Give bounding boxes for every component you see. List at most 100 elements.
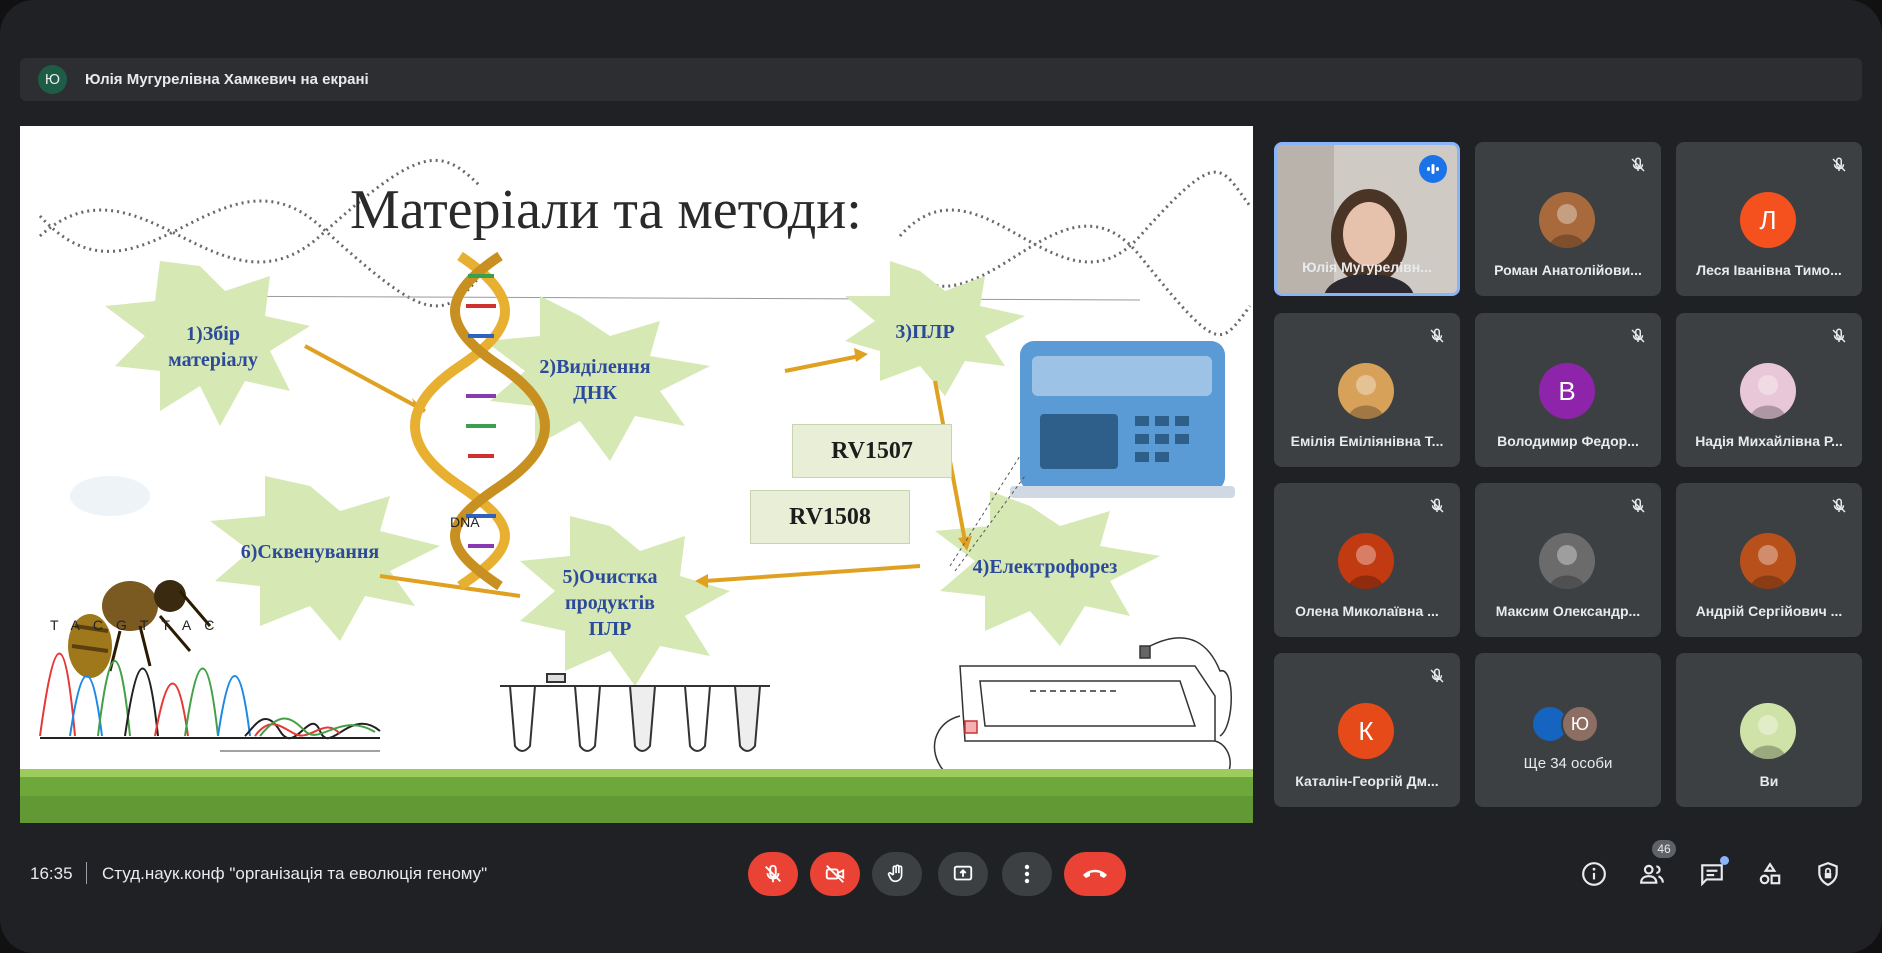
mic-off-icon — [1430, 498, 1444, 513]
participant-name: Олена Миколаївна ... — [1295, 603, 1439, 619]
chat-icon — [1701, 864, 1723, 887]
mic-off-icon — [1631, 498, 1645, 513]
mic-off-icon — [1430, 328, 1444, 343]
mic-off-icon — [1430, 668, 1444, 683]
raise-hand-button[interactable] — [872, 852, 922, 896]
primer-box-2: RV1508 — [750, 490, 910, 544]
participant-name: Надія Михайлівна Р... — [1695, 433, 1843, 449]
slide-title: Матеріали та методи: — [350, 179, 862, 241]
avatar: Л — [1740, 192, 1796, 248]
dna-label: DNA — [450, 514, 480, 530]
camera-toggle-button[interactable] — [810, 852, 860, 896]
participant-tile[interactable]: Надія Михайлівна Р... — [1676, 313, 1862, 467]
mic-toggle-button[interactable] — [748, 852, 798, 896]
chat-notification-dot — [1720, 856, 1729, 865]
participant-name: Юлія Мугурелівн... — [1302, 259, 1432, 275]
present-screen-button[interactable] — [938, 852, 988, 896]
end-call-icon — [1083, 869, 1107, 878]
raise-hand-icon — [887, 864, 903, 883]
more-options-icon — [1024, 864, 1030, 884]
avatar-photo — [1549, 545, 1585, 589]
participant-tile[interactable]: Ю Ще 34 особи — [1475, 653, 1661, 807]
speaking-indicator — [1419, 155, 1447, 183]
avatar: Ю — [1561, 705, 1599, 743]
info-icon — [1582, 862, 1606, 886]
more-avatars: Ю — [1531, 705, 1599, 743]
participant-tile[interactable]: Олена Миколаївна ... — [1274, 483, 1460, 637]
present-screen-icon — [953, 865, 973, 881]
step-collect: 1)Збір матеріалу — [168, 323, 258, 371]
participant-name: Максим Олександр... — [1495, 603, 1641, 619]
participant-tile[interactable]: Роман Анатолійови... — [1475, 142, 1661, 296]
step-sequencing: 6)Сквенування — [240, 541, 380, 563]
participant-name: Володимир Федор... — [1497, 433, 1639, 449]
avatar — [1338, 533, 1394, 589]
participant-name: Каталін-Георгій Дм... — [1295, 773, 1439, 789]
mic-off-icon — [765, 864, 781, 883]
mic-off-icon — [1832, 498, 1846, 513]
clock: 16:35 — [30, 864, 73, 883]
end-call-button[interactable] — [1064, 852, 1126, 896]
presenter-bar: Ю Юлія Мугурелівна Хамкевич на екрані — [20, 58, 1862, 101]
dna-helix-graphic — [410, 251, 550, 591]
avatar-photo — [1549, 204, 1585, 248]
participant-tile[interactable]: Андрій Сергійович ... — [1676, 483, 1862, 637]
participant-name: Роман Анатолійови... — [1494, 262, 1642, 278]
more-options-button[interactable] — [1002, 852, 1052, 896]
participant-name: Леся Іванівна Тимо... — [1696, 262, 1842, 278]
host-controls-button[interactable] — [1812, 858, 1844, 890]
participant-name: Андрій Сергійович ... — [1695, 603, 1843, 619]
sequence-letters: TACGTTAC — [50, 617, 228, 633]
participant-name: Ви — [1759, 773, 1779, 789]
pcr-tubes-graphic — [500, 673, 770, 752]
people-icon — [1640, 864, 1664, 884]
participant-tile[interactable]: Максим Олександр... — [1475, 483, 1661, 637]
avatar — [1740, 703, 1796, 759]
avatar — [1740, 533, 1796, 589]
avatar: В — [1539, 363, 1595, 419]
shared-screen[interactable]: Матеріали та методи: 1)Збір матеріалу 2)… — [20, 126, 1253, 823]
avatar-photo — [1750, 375, 1786, 419]
mic-off-icon — [1631, 157, 1645, 172]
meeting-info-button[interactable] — [1578, 858, 1610, 890]
participant-tile[interactable]: В Володимир Федор... — [1475, 313, 1661, 467]
meet-window: Ю Юлія Мугурелівна Хамкевич на екрані Ма… — [0, 0, 1882, 953]
presenter-avatar: Ю — [38, 65, 67, 94]
bee-graphic — [68, 476, 212, 678]
people-count-badge: 46 — [1652, 840, 1676, 858]
divider — [86, 862, 87, 884]
electrophoresis-graphic — [933, 637, 1232, 792]
participant-tile[interactable]: Л Леся Іванівна Тимо... — [1676, 142, 1862, 296]
presenter-status: Юлія Мугурелівна Хамкевич на екрані — [85, 71, 369, 88]
participant-tile[interactable]: Юлія Мугурелівн... — [1274, 142, 1460, 296]
people-button[interactable] — [1636, 858, 1668, 890]
participant-tile[interactable]: Емілія Еміліянівна Т... — [1274, 313, 1460, 467]
step-electrophoresis: 4)Електрофорез — [972, 556, 1118, 578]
step-purification: 5)Очистка продуктів ПЛР — [562, 566, 658, 640]
avatar-photo — [1750, 545, 1786, 589]
mic-off-icon — [1832, 328, 1846, 343]
avatar — [1338, 363, 1394, 419]
participant-name: Емілія Еміліянівна Т... — [1290, 433, 1444, 449]
avatar-photo — [1750, 715, 1786, 759]
activities-button[interactable] — [1754, 858, 1786, 890]
meeting-title: Студ.наук.конф "організація та еволюція … — [102, 864, 488, 883]
participant-tile[interactable]: К Каталін-Георгій Дм... — [1274, 653, 1460, 807]
mic-off-icon — [1631, 328, 1645, 343]
avatar: К — [1338, 703, 1394, 759]
avatar-photo — [1348, 545, 1384, 589]
audio-wave-icon — [1427, 164, 1439, 174]
step-dna-extraction: 2)Виділення ДНК — [539, 356, 651, 404]
more-participants-label: Ще 34 особи — [1523, 755, 1613, 772]
mic-off-icon — [1832, 157, 1846, 172]
avatar — [1539, 533, 1595, 589]
primer-box-1: RV1507 — [792, 424, 952, 478]
avatar — [1539, 192, 1595, 248]
avatar — [1740, 363, 1796, 419]
activities-icon — [1759, 862, 1781, 885]
avatar-photo — [1348, 375, 1384, 419]
camera-off-icon — [825, 865, 845, 883]
pcr-machine-graphic — [1010, 341, 1235, 498]
participant-tile[interactable]: Ви — [1676, 653, 1862, 807]
host-controls-icon — [1818, 862, 1838, 887]
